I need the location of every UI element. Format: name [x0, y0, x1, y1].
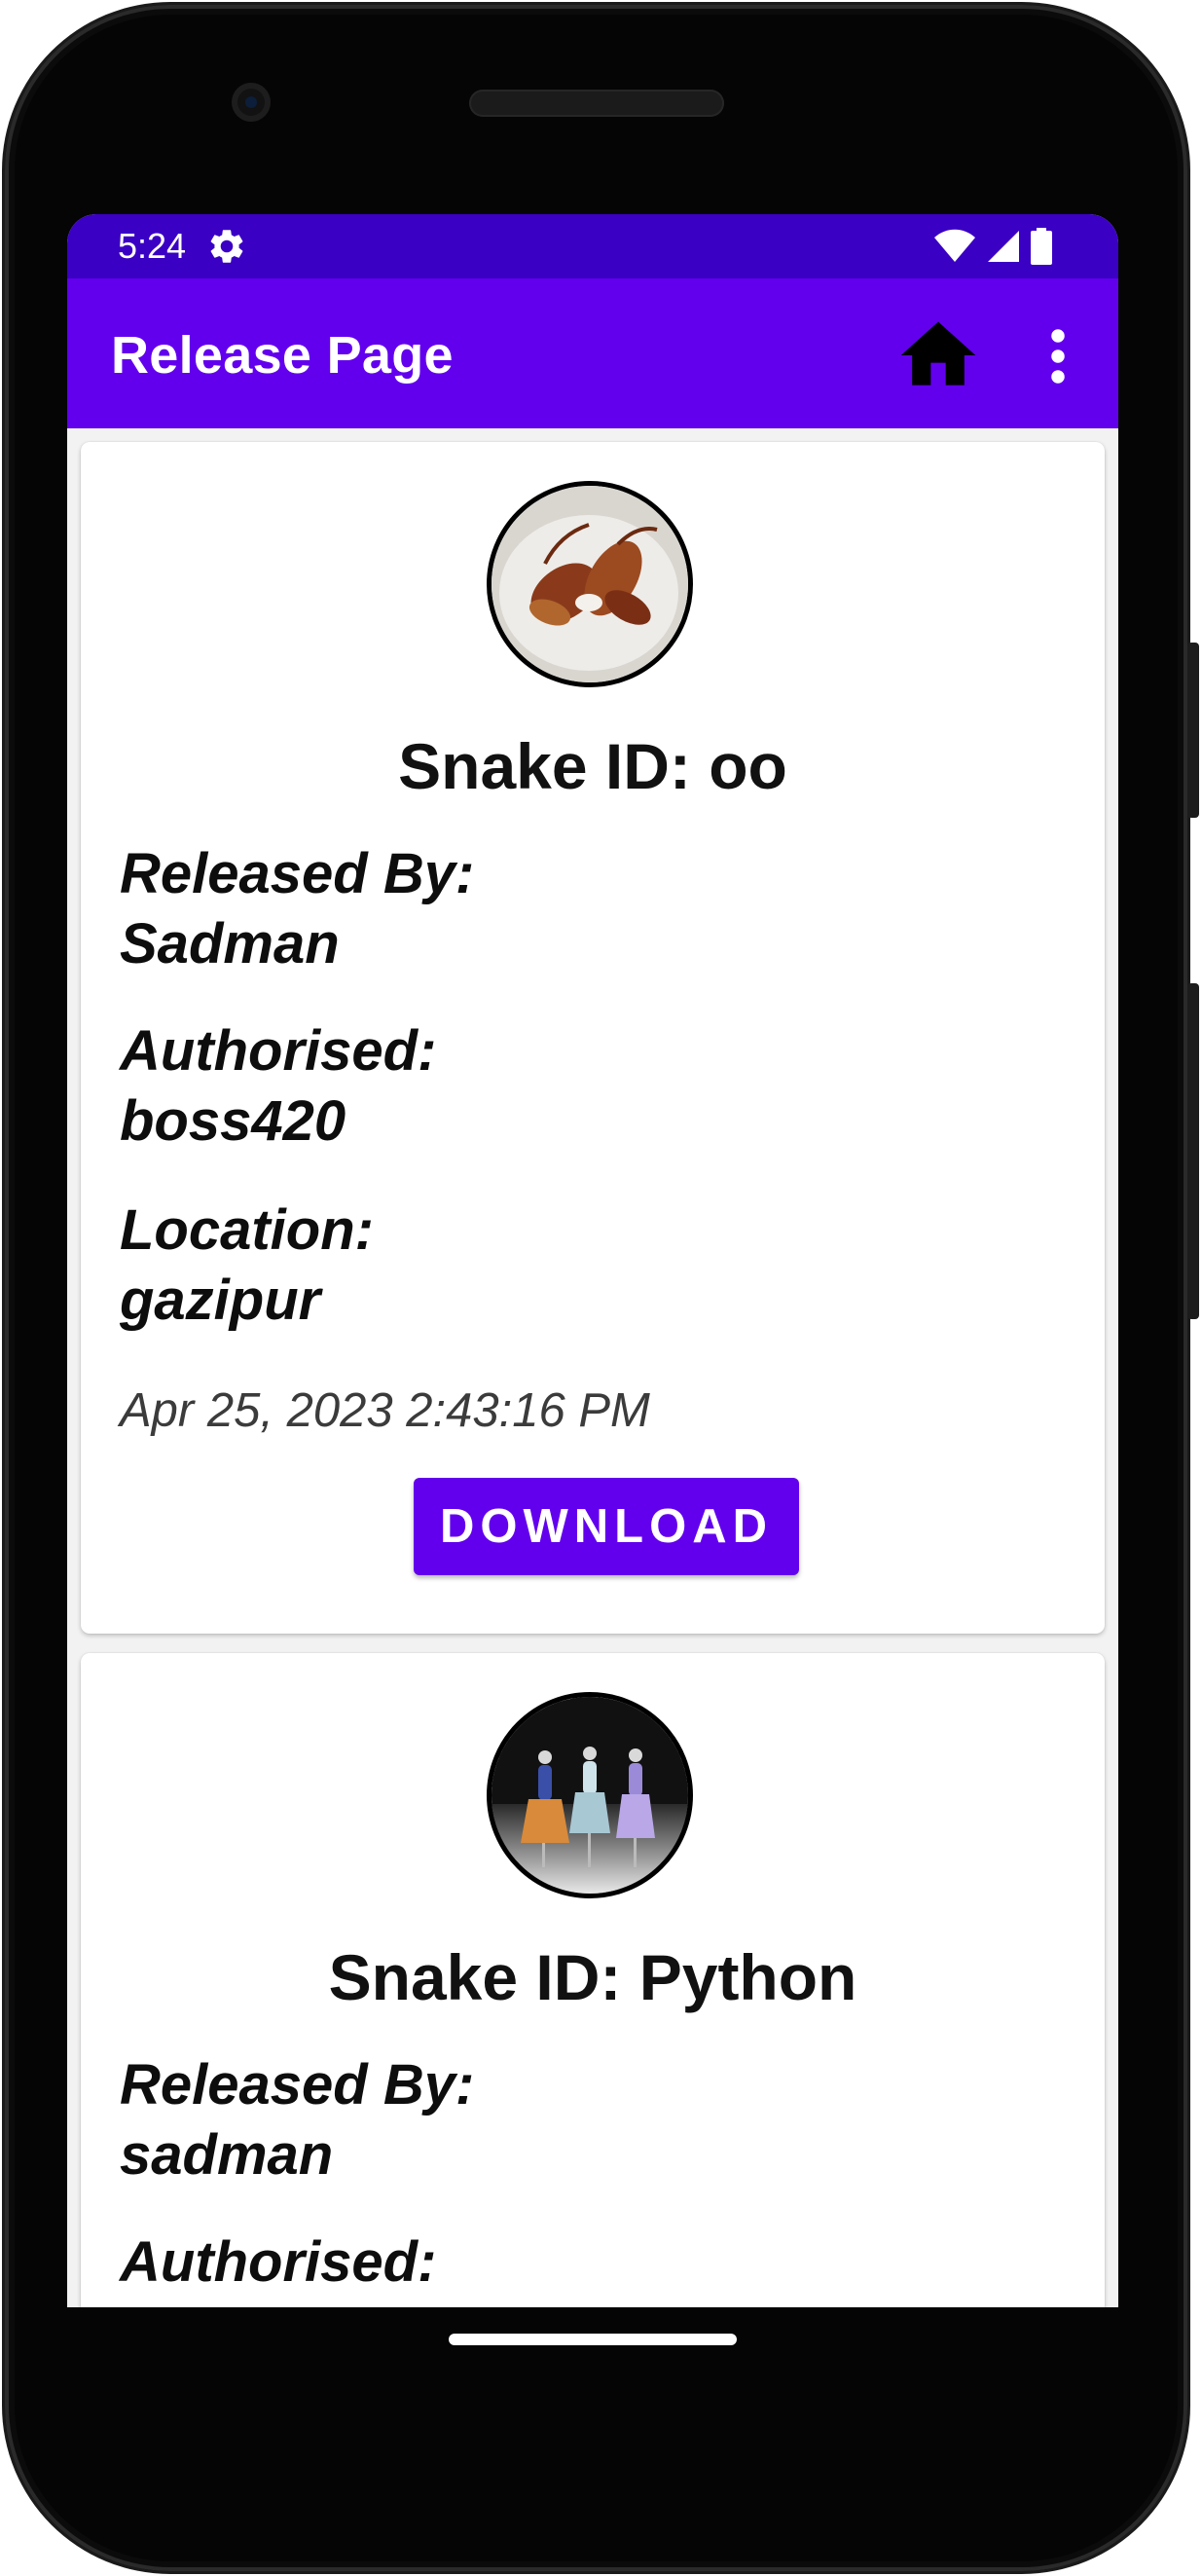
location-value: gazipur	[120, 1269, 321, 1332]
cell-signal-icon	[988, 231, 1019, 262]
location-label: Location:	[120, 1198, 374, 1262]
wifi-icon	[934, 229, 975, 262]
settings-gear-icon	[210, 230, 243, 263]
volume-button	[1187, 983, 1199, 1319]
app-bar: Release Page	[67, 278, 1118, 428]
authorised-label: Authorised:	[120, 1019, 437, 1083]
page-title: Release Page	[111, 326, 454, 385]
status-bar: 5:24	[67, 214, 1118, 278]
front-camera	[232, 83, 271, 122]
snake-photo	[487, 481, 693, 687]
battery-icon	[1031, 228, 1052, 265]
status-icons	[933, 227, 1052, 266]
release-card: Snake ID: Python Released By: sadman Aut…	[81, 1653, 1105, 2307]
release-card: Snake ID: oo Released By: Sadman Authori…	[81, 442, 1105, 1634]
released-by-label: Released By:	[120, 2053, 475, 2116]
authorised-value: boss420	[120, 1089, 346, 1153]
released-by-value: Sadman	[120, 912, 340, 975]
earpiece-speaker	[469, 90, 724, 117]
released-by-value: sadman	[120, 2123, 334, 2187]
fried-crayfish-photo	[492, 486, 688, 682]
snake-id: Snake ID: oo	[398, 730, 787, 802]
home-gesture-handle[interactable]	[449, 2334, 737, 2345]
gesture-nav-bar	[67, 2307, 1118, 2366]
snake-id: Snake ID: Python	[328, 1941, 857, 2013]
mannequins-stock-photo	[492, 1697, 688, 1894]
status-time: 5:24	[118, 226, 187, 266]
release-timestamp: Apr 25, 2023 2:43:16 PM	[120, 1384, 650, 1437]
home-icon[interactable]	[892, 311, 985, 400]
phone-frame: 5:24 Release Page Snake ID: oo Released …	[0, 0, 1202, 2576]
download-button[interactable]: DOWNLOAD	[414, 1478, 799, 1575]
more-vert-icon[interactable]	[1043, 327, 1073, 386]
release-list[interactable]: Snake ID: oo Released By: Sadman Authori…	[67, 428, 1118, 2307]
screen: 5:24 Release Page Snake ID: oo Released …	[67, 214, 1118, 2307]
released-by-label: Released By:	[120, 842, 475, 905]
snake-photo	[487, 1692, 693, 1898]
power-button	[1187, 643, 1199, 818]
authorised-label: Authorised:	[120, 2230, 437, 2294]
